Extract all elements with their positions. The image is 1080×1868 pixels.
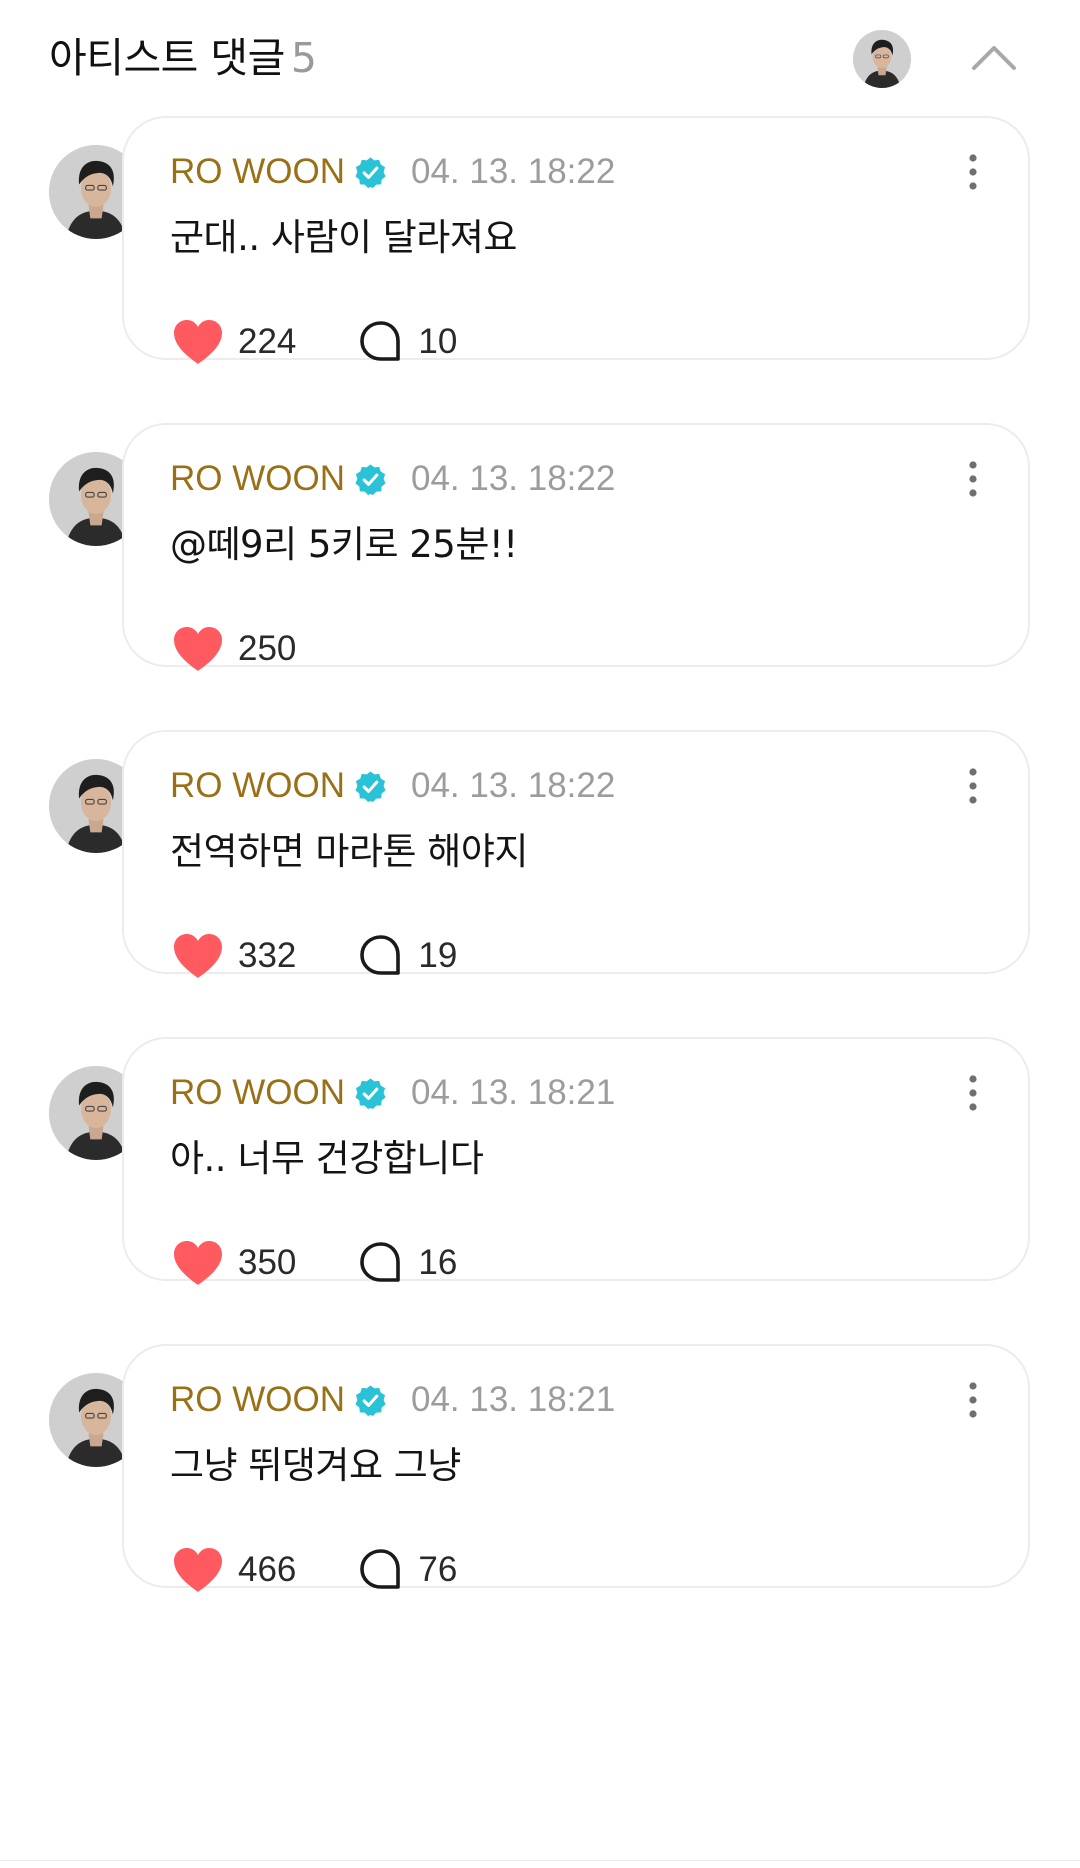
reply-button[interactable]: 76: [356, 1545, 457, 1595]
author-name[interactable]: RO WOON: [170, 459, 345, 499]
more-vertical-icon: [969, 461, 977, 497]
comment-text: 아.. 너무 건강합니다: [170, 1137, 484, 1180]
heart-icon: [174, 1241, 222, 1285]
more-vertical-icon: [969, 1075, 977, 1111]
like-button[interactable]: 466: [170, 1545, 296, 1595]
comment-text: @떼9리 5키로 25분!!: [170, 523, 518, 566]
comment-timestamp: 04. 13. 18:21: [410, 1073, 616, 1112]
like-button[interactable]: 224: [170, 317, 296, 367]
comment-timestamp: 04. 13. 18:22: [410, 766, 616, 805]
more-options-button[interactable]: [964, 1374, 982, 1426]
collapse-button[interactable]: [968, 34, 1020, 82]
comment-meta: RO WOON 04. 13. 18:21: [170, 1067, 615, 1119]
comment-card: RO WOON 04. 13. 18:22 전역하면 마라톤 해야지 332 1…: [122, 730, 1030, 978]
like-button[interactable]: 250: [170, 624, 296, 674]
like-button[interactable]: 332: [170, 931, 296, 981]
author-name[interactable]: RO WOON: [170, 1380, 345, 1420]
comment-text: 그냥 뛰댕겨요 그냥: [170, 1444, 461, 1487]
heart-icon: [174, 1548, 222, 1592]
author-name[interactable]: RO WOON: [170, 1073, 345, 1113]
section-title: 아티스트 댓글 5: [49, 30, 317, 86]
verified-badge-icon: [355, 1384, 386, 1416]
like-count: 350: [238, 1243, 297, 1282]
more-vertical-icon: [969, 1382, 977, 1418]
comment-actions: 350 16: [170, 1235, 457, 1291]
comment-text: 군대.. 사람이 달라져요: [170, 216, 517, 259]
comment-text: 전역하면 마라톤 해야지: [170, 830, 528, 873]
comment-meta: RO WOON 04. 13. 18:22: [170, 760, 615, 812]
comment-actions: 250: [170, 621, 296, 677]
chevron-up-icon: [972, 46, 1016, 70]
more-vertical-icon: [969, 154, 977, 190]
more-options-button[interactable]: [964, 146, 982, 198]
like-count: 466: [238, 1550, 297, 1589]
comment-timestamp: 04. 13. 18:21: [410, 1380, 616, 1419]
comment-bubble-icon: [360, 321, 401, 361]
heart-icon: [174, 934, 222, 978]
reply-button[interactable]: 10: [356, 317, 457, 367]
comment-card: RO WOON 04. 13. 18:22 군대.. 사람이 달라져요 224: [122, 116, 1030, 364]
comment-actions: 332 19: [170, 928, 457, 984]
reply-button[interactable]: 19: [356, 931, 457, 981]
reply-count: 10: [418, 322, 458, 361]
reply-count: 16: [418, 1243, 458, 1282]
more-vertical-icon: [969, 768, 977, 804]
heart-icon: [174, 627, 222, 671]
reply-count: 76: [418, 1550, 458, 1589]
like-button[interactable]: 350: [170, 1238, 296, 1288]
comment-timestamp: 04. 13. 18:22: [410, 459, 616, 498]
verified-badge-icon: [355, 770, 386, 802]
comment-actions: 224 10: [170, 314, 457, 370]
comment-bubble-icon: [360, 1549, 401, 1589]
more-options-button[interactable]: [964, 453, 982, 505]
comment-card: RO WOON 04. 13. 18:21 아.. 너무 건강합니다 350 1…: [122, 1037, 1030, 1285]
like-count: 250: [238, 629, 297, 668]
comment-meta: RO WOON 04. 13. 18:22: [170, 453, 615, 505]
verified-badge-icon: [355, 156, 386, 188]
comment-bubble-icon: [360, 935, 401, 975]
author-name[interactable]: RO WOON: [170, 766, 345, 806]
divider: [0, 1860, 1080, 1861]
more-options-button[interactable]: [964, 1067, 982, 1119]
reply-count: 19: [418, 936, 458, 975]
artist-comments-header: 아티스트 댓글 5: [0, 0, 1080, 120]
author-name[interactable]: RO WOON: [170, 152, 345, 192]
verified-badge-icon: [355, 463, 386, 495]
reply-button[interactable]: 16: [356, 1238, 457, 1288]
comment-timestamp: 04. 13. 18:22: [410, 152, 616, 191]
verified-badge-icon: [355, 1077, 386, 1109]
comment-card: RO WOON 04. 13. 18:21 그냥 뛰댕겨요 그냥 466 76: [122, 1344, 1030, 1592]
more-options-button[interactable]: [964, 760, 982, 812]
section-title-label: 아티스트 댓글: [49, 34, 285, 82]
comment-actions: 466 76: [170, 1542, 457, 1598]
comment-count: 5: [290, 34, 317, 82]
comment-meta: RO WOON 04. 13. 18:21: [170, 1374, 615, 1426]
comment-meta: RO WOON 04. 13. 18:22: [170, 146, 615, 198]
like-count: 224: [238, 322, 297, 361]
artist-avatar[interactable]: [853, 30, 911, 88]
like-count: 332: [238, 936, 297, 975]
comment-bubble-icon: [360, 1242, 401, 1282]
comment-card: RO WOON 04. 13. 18:22 @떼9리 5키로 25분!! 250: [122, 423, 1030, 671]
heart-icon: [174, 320, 222, 364]
